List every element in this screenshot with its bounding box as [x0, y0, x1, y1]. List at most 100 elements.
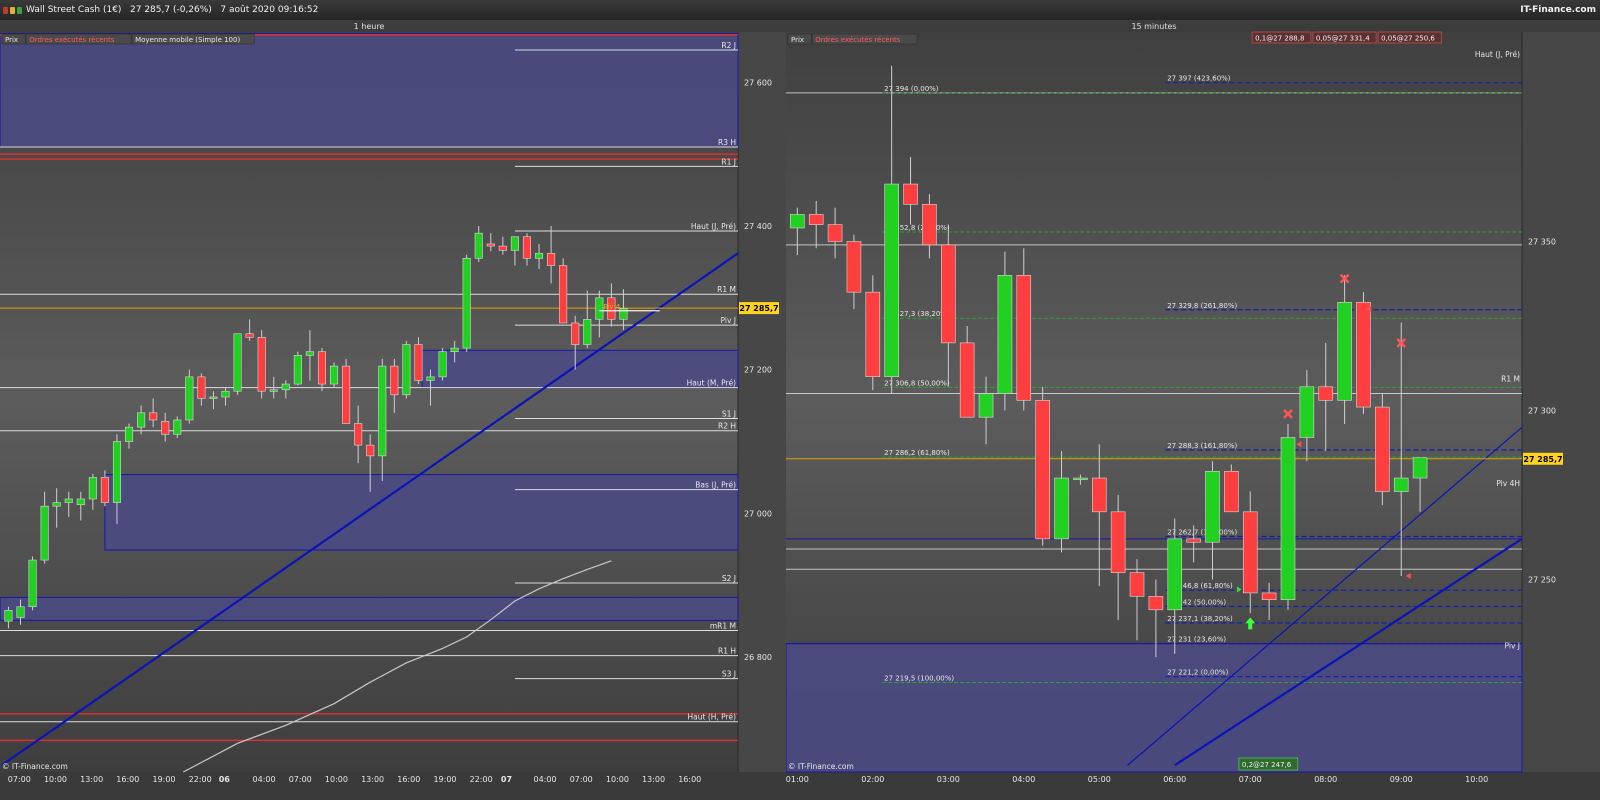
candle-body[interactable]	[293, 355, 302, 385]
candle-body[interactable]	[1091, 477, 1107, 513]
candle-body[interactable]	[1129, 572, 1145, 597]
candle-body[interactable]	[112, 441, 122, 503]
price-tick-label: 26 800	[744, 653, 772, 662]
candle-body[interactable]	[1110, 511, 1126, 573]
candle-body[interactable]	[1299, 386, 1315, 438]
candle-body[interactable]	[1054, 477, 1069, 540]
time-tick-label: 16:00	[116, 775, 139, 784]
candle-body[interactable]	[941, 244, 956, 344]
candle-body[interactable]	[1073, 477, 1088, 480]
candle-body[interactable]	[1261, 592, 1277, 600]
fibonacci-extension-label: 27 397 (423,60%)	[1167, 75, 1231, 83]
candle-body[interactable]	[1318, 386, 1334, 401]
candle-body[interactable]	[903, 183, 918, 205]
candle-body[interactable]	[354, 423, 363, 446]
candle-body[interactable]	[510, 236, 519, 251]
candle-body[interactable]	[149, 412, 158, 421]
candle-body[interactable]	[390, 365, 399, 396]
brand-label: IT-Finance.com	[1520, 5, 1596, 15]
chart-1h[interactable]: 1 heure R2 J R3 H R1 J Haut (J, Pré) R1 M Piv …	[0, 20, 786, 800]
candle-body[interactable]	[64, 498, 73, 503]
candle-body[interactable]	[221, 390, 230, 398]
candle-body[interactable]	[366, 444, 375, 457]
candle-body[interactable]	[522, 236, 532, 259]
candle-body[interactable]	[438, 351, 447, 378]
candle-body[interactable]	[245, 333, 254, 338]
candle-body[interactable]	[197, 376, 206, 399]
candle-body[interactable]	[583, 319, 592, 345]
candle-body[interactable]	[76, 498, 85, 506]
candle-body[interactable]	[1224, 470, 1239, 513]
candle-body[interactable]	[28, 559, 37, 608]
candle-body[interactable]	[124, 426, 134, 442]
candle-body[interactable]	[462, 258, 471, 349]
candle-body[interactable]	[1393, 477, 1409, 492]
candle-body[interactable]	[1205, 470, 1220, 543]
candle-body[interactable]	[209, 396, 218, 399]
candle-body[interactable]	[959, 342, 975, 418]
window-titlebar: Wall Street Cash (1€) 27 285,7 (-0,26%) …	[0, 0, 1600, 21]
chart-15m[interactable]: 15 minutes27 394 (0,00%)27 352,8 (23,60%…	[786, 20, 1600, 800]
candle-body[interactable]	[846, 241, 862, 293]
candle-body[interactable]	[1412, 457, 1428, 479]
candle-body[interactable]	[865, 291, 881, 377]
candle-body[interactable]	[827, 224, 843, 242]
candle-body[interactable]	[534, 252, 544, 259]
candle-body[interactable]	[281, 383, 290, 391]
candle-body[interactable]	[1148, 595, 1164, 611]
maximize-window-button[interactable]	[17, 7, 22, 14]
candle-body[interactable]	[922, 204, 937, 246]
candle-body[interactable]	[1375, 406, 1390, 492]
candle-body[interactable]	[185, 376, 194, 421]
title-strip	[786, 20, 1600, 32]
candle-body[interactable]	[978, 393, 994, 418]
candle-body[interactable]	[233, 333, 242, 392]
candle-body[interactable]	[808, 214, 824, 225]
candle-body[interactable]	[4, 610, 13, 622]
candle-body[interactable]	[450, 347, 459, 353]
candle-body[interactable]	[88, 477, 97, 500]
candle-body[interactable]	[1337, 302, 1352, 401]
candle-body[interactable]	[1016, 274, 1032, 401]
candle-body[interactable]	[305, 351, 314, 356]
candle-body[interactable]	[1242, 511, 1258, 594]
candle-body[interactable]	[402, 344, 411, 396]
candle-body[interactable]	[269, 389, 278, 392]
close-window-button[interactable]	[3, 7, 8, 14]
candle-body[interactable]	[1035, 400, 1050, 540]
candle-body[interactable]	[52, 502, 61, 507]
candle-body[interactable]	[547, 252, 556, 266]
fibonacci-extension-label: 27 237,1 (38,20%)	[1167, 615, 1233, 623]
candle-body[interactable]	[498, 245, 507, 251]
minimize-window-button[interactable]	[10, 7, 15, 14]
candle-body[interactable]	[1280, 437, 1296, 600]
candle-body[interactable]	[16, 606, 25, 618]
time-tick-label: 09:00	[1390, 775, 1413, 784]
candle-body[interactable]	[474, 232, 483, 259]
candle-body[interactable]	[257, 337, 266, 392]
candle-body[interactable]	[378, 365, 387, 457]
candle-body[interactable]	[40, 505, 49, 561]
candle-body[interactable]	[884, 183, 899, 377]
candle-body[interactable]	[414, 344, 423, 381]
fibonacci-label: 27 306,8 (50,00%)	[884, 379, 950, 387]
candle-body[interactable]	[137, 412, 146, 428]
candle-body[interactable]	[426, 376, 435, 381]
candle-body[interactable]	[1186, 538, 1201, 543]
candle-body[interactable]	[486, 243, 495, 247]
candle-body[interactable]	[571, 322, 580, 345]
candle-body[interactable]	[559, 265, 568, 324]
candle-body[interactable]	[1167, 538, 1183, 611]
candle-body[interactable]	[997, 274, 1013, 394]
candle-body[interactable]	[173, 419, 182, 435]
candle-body[interactable]	[329, 365, 339, 385]
candle-body[interactable]	[317, 351, 327, 385]
candle-body[interactable]	[100, 477, 109, 503]
candle-body[interactable]	[595, 297, 604, 320]
support-resistance-zone	[0, 596, 739, 621]
candle-body[interactable]	[1356, 302, 1371, 408]
candle-body[interactable]	[342, 365, 351, 424]
time-tick-label: 07:00	[570, 775, 593, 784]
candle-body[interactable]	[790, 214, 805, 229]
candle-body[interactable]	[161, 421, 170, 435]
